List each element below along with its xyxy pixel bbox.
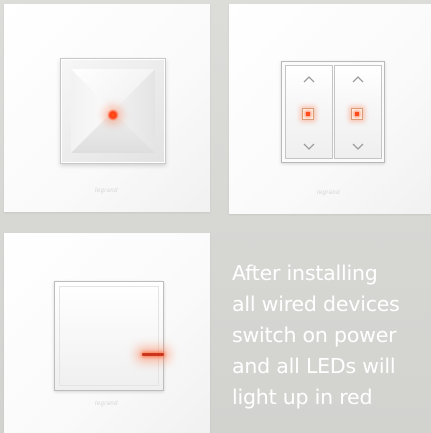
chevron-down-icon xyxy=(303,143,315,150)
red-led-indicator xyxy=(302,108,314,120)
caption-line: all wired devices xyxy=(232,292,400,316)
rocker-left xyxy=(285,65,333,159)
single-rocker xyxy=(54,281,164,391)
red-led-indicator xyxy=(142,353,164,356)
red-led-indicator xyxy=(107,109,119,121)
rocker-inner-frame xyxy=(59,286,159,386)
caption-line: After installing xyxy=(232,261,378,285)
switch-plate-pyramid: legrand xyxy=(4,4,210,212)
product-illustration: legrand legrand legrand After installing… xyxy=(0,0,431,433)
double-shutter-switch xyxy=(281,61,385,163)
caption-line: light up in red xyxy=(232,385,373,409)
instruction-caption: After installing all wired devices switc… xyxy=(232,258,431,413)
brand-logo: legrand xyxy=(95,401,118,407)
chevron-up-icon xyxy=(352,76,364,83)
red-led-indicator xyxy=(351,108,363,120)
chevron-down-icon xyxy=(352,143,364,150)
rocker-right xyxy=(334,65,382,159)
caption-line: switch on power xyxy=(232,323,397,347)
switch-plate-single: legrand xyxy=(4,233,210,433)
brand-logo: legrand xyxy=(95,188,118,194)
brand-logo: legrand xyxy=(317,190,340,196)
caption-line: and all LEDs will xyxy=(232,354,396,378)
chevron-up-icon xyxy=(303,76,315,83)
switch-plate-double: legrand xyxy=(229,4,431,214)
